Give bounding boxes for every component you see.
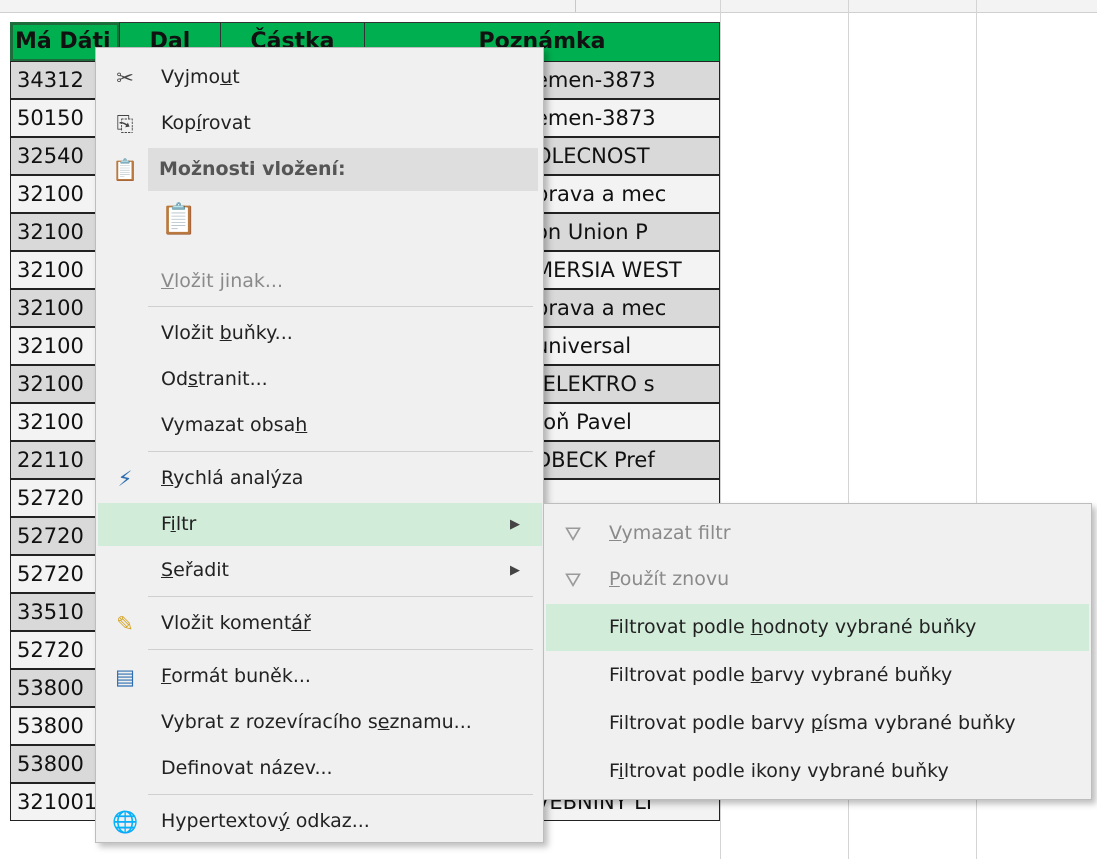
reapply-filter-icon: ⛛ [564,568,582,592]
menu-item-label: Rychlá analýza [161,467,304,489]
menu-item-clear-contents[interactable]: Vymazat obsah [98,404,542,447]
menu-item-cut[interactable]: ✂ Vyjmout [98,56,542,99]
copy-icon: ⎘ [116,112,134,136]
paste-icon: 📋 [112,158,139,182]
menu-item-label: Vymazat obsah [161,414,308,436]
menu-item-pick-from-list[interactable]: Vybrat z rozevíracího seznamu... [98,701,542,744]
menu-item-label: Vložit buňky... [161,322,293,344]
scissors-icon: ✂ [116,66,134,90]
submenu-item-label: Použít znovu [609,568,730,590]
paste-icon: 📋 [160,202,198,237]
clear-filter-icon: ⛛ [564,522,582,546]
submenu-item-filter-by-font-color[interactable]: Filtrovat podle barvy písma vybrané buňk… [546,700,1089,747]
submenu-item-label: Filtrovat podle hodnoty vybrané buňky [609,616,977,638]
submenu-item-reapply[interactable]: ⛛ Použít znovu [546,556,1089,603]
submenu-item-label: Vymazat filtr [609,522,731,544]
menu-item-insert-comment[interactable]: ✎ Vložit komentář [98,602,542,645]
menu-item-label: Hypertextový odkaz... [161,810,370,832]
menu-item-label: Kopírovat [161,112,251,134]
submenu-item-filter-by-value[interactable]: Filtrovat podle hodnoty vybrané buňky [546,604,1089,651]
menu-item-label: Formát buněk... [161,665,311,687]
submenu-arrow-icon: ▶ [510,517,520,532]
menu-item-label: Vložit jinak... [161,270,284,292]
quick-analysis-icon: ⚡ [117,467,133,491]
menu-item-hyperlink[interactable]: 🌐 Hypertextový odkaz... [98,800,542,843]
filter-submenu: ⛛ Vymazat filtr ⛛ Použít znovu Filtrovat… [543,503,1092,800]
column-header-strip [0,0,1097,13]
menu-item-label: Definovat název... [161,757,333,779]
menu-item-quick-analysis[interactable]: ⚡ Rychlá analýza [98,457,542,500]
submenu-item-label: Filtrovat podle barvy vybrané buňky [609,664,953,686]
submenu-item-label: Filtrovat podle barvy písma vybrané buňk… [609,712,1016,734]
menu-item-label: Vybrat z rozevíracího seznamu... [161,711,472,733]
menu-item-label: Odstranit... [161,368,268,390]
submenu-item-label: Filtrovat podle ikony vybrané buňky [609,760,949,782]
menu-item-define-name[interactable]: Definovat název... [98,747,542,790]
menu-item-format-cells[interactable]: ▤ Formát buněk... [98,655,542,698]
menu-item-label: Seřadit [161,559,229,581]
submenu-item-filter-by-color[interactable]: Filtrovat podle barvy vybrané buňky [546,652,1089,699]
format-cells-icon: ▤ [115,665,135,689]
paste-options-heading: Možnosti vložení: [148,148,538,191]
submenu-item-clear-filter[interactable]: ⛛ Vymazat filtr [546,510,1089,557]
submenu-arrow-icon: ▶ [510,563,520,578]
context-menu: ✂ Vyjmout ⎘ Kopírovat 📋 Možnosti vložení… [95,47,544,843]
paste-button[interactable]: 📋 [98,195,542,255]
menu-item-sort[interactable]: Seřadit ▶ [98,549,542,592]
comment-icon: ✎ [116,612,134,636]
menu-item-insert-cells[interactable]: Vložit buňky... [98,312,542,355]
menu-item-label: Vyjmout [161,66,240,88]
menu-item-filter[interactable]: Filtr ▶ [98,503,542,546]
menu-item-paste-special[interactable]: Vložit jinak... [98,260,542,303]
submenu-item-filter-by-icon[interactable]: Filtrovat podle ikony vybrané buňky [546,748,1089,795]
hyperlink-icon: 🌐 [112,810,139,834]
menu-item-label: Filtr [161,513,197,535]
menu-item-label: Vložit komentář [161,612,311,634]
menu-item-delete[interactable]: Odstranit... [98,358,542,401]
menu-item-copy[interactable]: ⎘ Kopírovat [98,102,542,145]
